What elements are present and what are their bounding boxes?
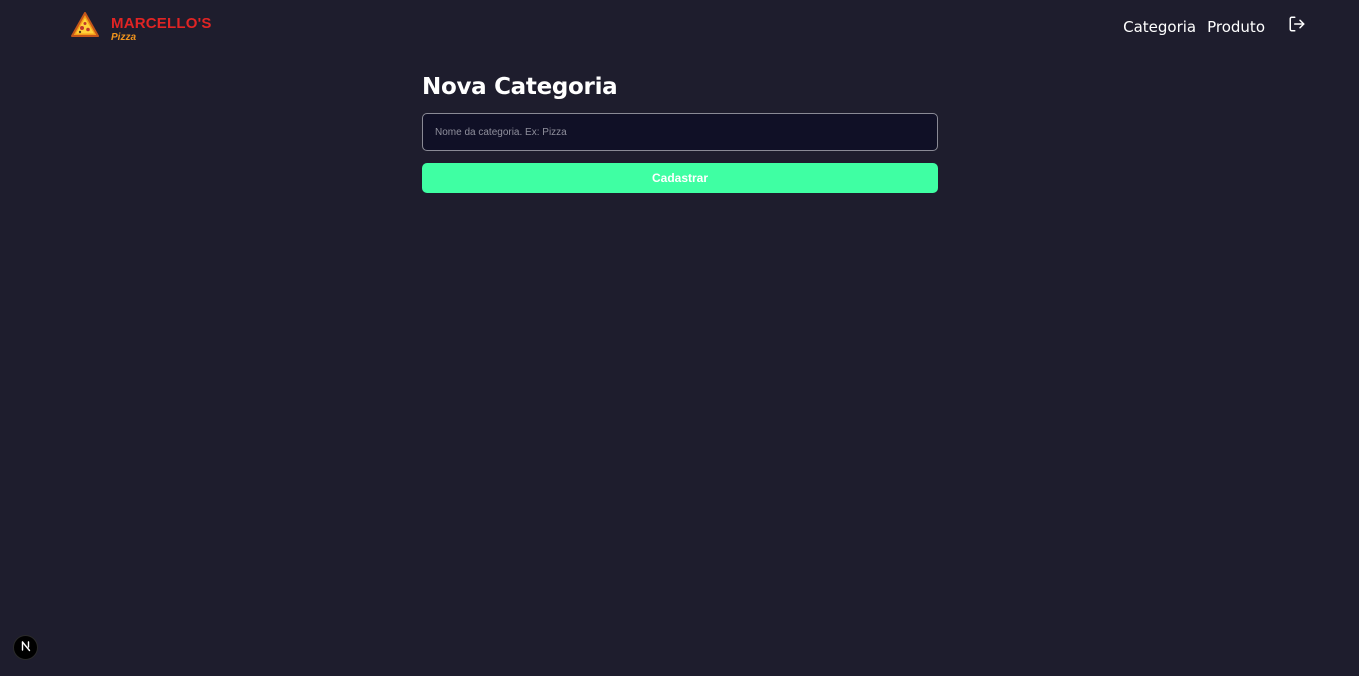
logo-link[interactable]: MARCELLO'S Pizza	[71, 11, 212, 44]
main-nav: Categoria Produto	[1123, 16, 1307, 37]
logout-button[interactable]	[1287, 16, 1307, 36]
category-form: Cadastrar	[422, 113, 938, 193]
page-title: Nova Categoria	[422, 74, 618, 100]
app-header: MARCELLO'S Pizza Categoria Produto	[0, 0, 1359, 56]
category-name-input[interactable]	[422, 113, 938, 151]
logo-text: MARCELLO'S Pizza	[111, 11, 212, 44]
pizza-slice-icon	[71, 12, 99, 38]
cadastrar-button[interactable]: Cadastrar	[422, 163, 938, 193]
nextjs-dev-badge[interactable]	[13, 635, 38, 660]
log-out-icon	[1288, 15, 1306, 36]
nav-link-categoria[interactable]: Categoria	[1123, 17, 1196, 37]
logo-subtitle: Pizza	[111, 32, 137, 43]
nextjs-icon	[20, 639, 32, 657]
nav-link-produto[interactable]: Produto	[1207, 17, 1265, 37]
category-form-section: Nova Categoria Cadastrar	[422, 72, 938, 193]
logo-brand: MARCELLO'S	[111, 15, 212, 32]
